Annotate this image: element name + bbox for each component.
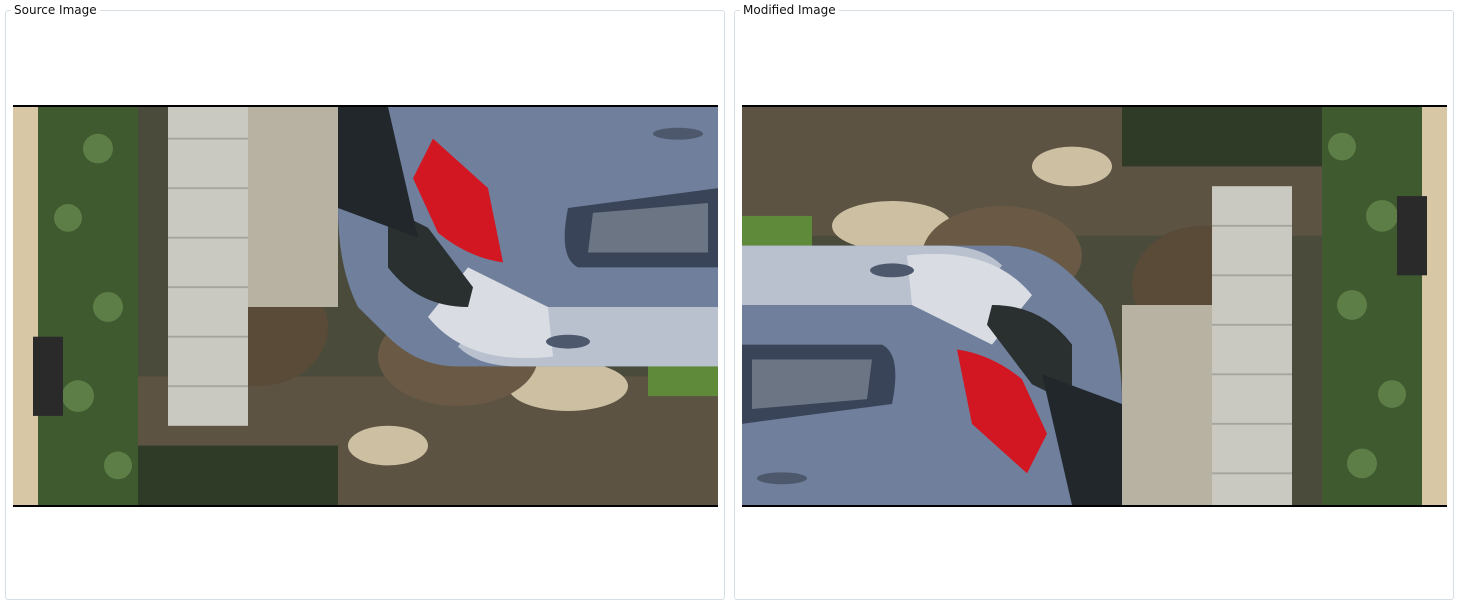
modified-image-title: Modified Image xyxy=(740,3,839,17)
modified-image xyxy=(742,105,1447,507)
source-image xyxy=(13,105,718,507)
modified-photo-graphic xyxy=(742,107,1447,505)
source-image-title: Source Image xyxy=(11,3,100,17)
source-photo-graphic xyxy=(13,107,718,505)
source-image-panel: Source Image xyxy=(5,3,725,600)
modified-image-panel: Modified Image xyxy=(734,3,1454,600)
